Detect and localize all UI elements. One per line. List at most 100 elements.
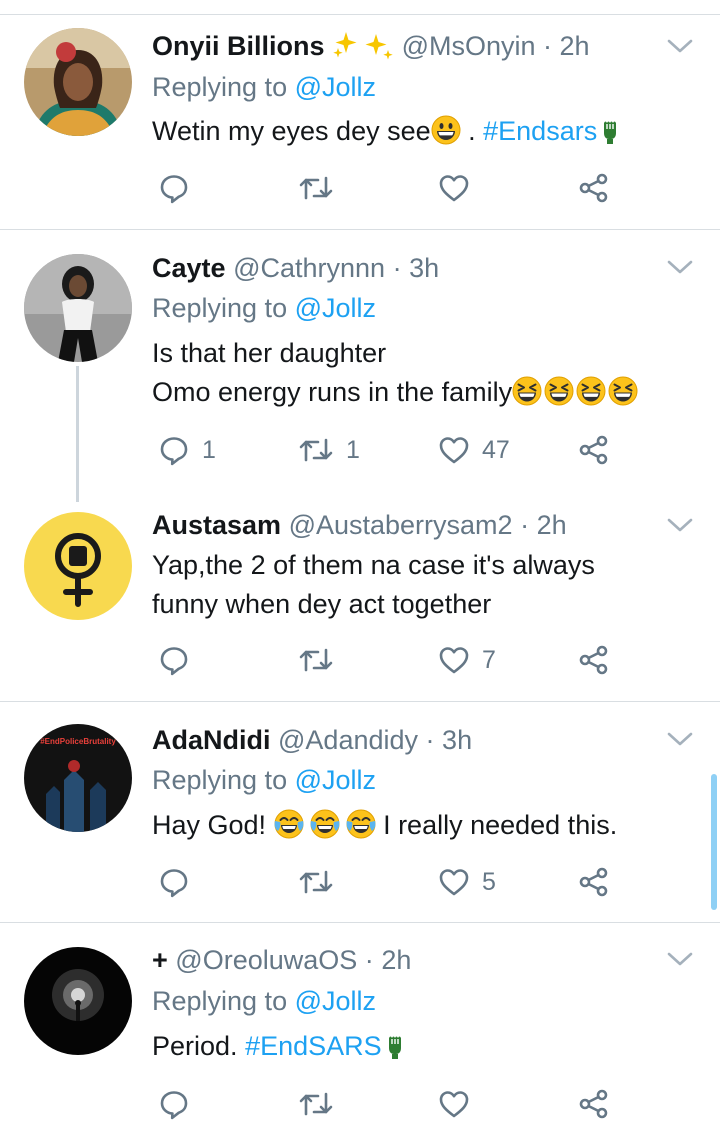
mention-link[interactable]: @Jollz: [295, 986, 376, 1016]
retweet-button[interactable]: [298, 1084, 334, 1124]
tweet-text-line: Omo energy runs in the family: [152, 375, 700, 409]
hashtag-link[interactable]: #Endsars: [483, 116, 597, 146]
chevron-down-icon[interactable]: [666, 36, 694, 56]
retweet-button[interactable]: [298, 862, 334, 902]
tweet-actions: 1 1 47: [152, 430, 622, 470]
like-count: 5: [482, 867, 496, 896]
laughing-emoji-icon: [576, 376, 606, 406]
tweet-onyii[interactable]: Onyii Billions @MsOnyin · 2h Replying to…: [0, 0, 720, 228]
tweet-text-line: funny when dey act together: [152, 589, 492, 619]
sparkles-icon: [333, 32, 393, 60]
grinning-emoji-icon: [431, 115, 461, 145]
reply-icon: [158, 1088, 190, 1120]
mention-link[interactable]: @Jollz: [295, 765, 376, 795]
like-button[interactable]: 5: [438, 862, 496, 902]
avatar[interactable]: [24, 28, 132, 136]
hashtag-link[interactable]: #EndSARS: [245, 1031, 382, 1061]
like-button[interactable]: 7: [438, 640, 496, 680]
chevron-down-icon[interactable]: [666, 515, 694, 535]
share-button[interactable]: [578, 430, 610, 470]
avatar[interactable]: #EndPoliceBrutality: [24, 724, 132, 832]
timestamp[interactable]: 2h: [537, 510, 567, 540]
tweet-adandidi[interactable]: #EndPoliceBrutality AdaNdidi @Adandidy ·…: [0, 702, 720, 922]
replying-prefix: Replying to: [152, 293, 295, 323]
timestamp[interactable]: 3h: [409, 253, 439, 283]
heart-icon: [438, 644, 470, 676]
tweet-actions: [152, 168, 622, 208]
retweet-icon: [298, 434, 334, 466]
handle[interactable]: @Cathrynnn: [233, 253, 385, 283]
reply-icon: [158, 644, 190, 676]
tweet-actions: 7: [152, 640, 622, 680]
like-count: 47: [482, 435, 510, 464]
display-name[interactable]: Onyii Billions: [152, 31, 325, 61]
like-button[interactable]: [438, 1084, 470, 1124]
timestamp[interactable]: 2h: [381, 945, 411, 975]
retweet-icon: [298, 644, 334, 676]
laughing-emoji-icon: [608, 376, 638, 406]
replying-to: Replying to @Jollz: [152, 291, 700, 325]
retweet-button[interactable]: [298, 168, 334, 208]
reply-button[interactable]: 1: [158, 430, 216, 470]
reply-count: 1: [202, 435, 216, 464]
reply-button[interactable]: [158, 862, 190, 902]
body-text: Period.: [152, 1031, 246, 1061]
avatar[interactable]: [24, 254, 132, 362]
reply-button[interactable]: [158, 640, 190, 680]
chevron-down-icon[interactable]: [666, 949, 694, 969]
handle[interactable]: @MsOnyin: [402, 31, 536, 61]
share-button[interactable]: [578, 1084, 610, 1124]
chevron-down-icon[interactable]: [666, 257, 694, 277]
heart-icon: [438, 434, 470, 466]
display-name[interactable]: AdaNdidi: [152, 725, 271, 755]
tweet-cayte[interactable]: Cayte @Cathrynnn · 3h Replying to @Jollz…: [0, 230, 720, 502]
separator-dot: ·: [364, 945, 374, 975]
reply-button[interactable]: [158, 1084, 190, 1124]
scrollbar-thumb[interactable]: [711, 774, 717, 910]
body-text: Hay God!: [152, 810, 274, 840]
retweet-button[interactable]: 1: [298, 430, 360, 470]
separator-dot: ·: [520, 510, 530, 540]
like-button[interactable]: 47: [438, 430, 510, 470]
replying-to: Replying to @Jollz: [152, 763, 700, 797]
timestamp[interactable]: 3h: [442, 725, 472, 755]
avatar[interactable]: [24, 512, 132, 620]
chevron-down-icon[interactable]: [666, 729, 694, 749]
body-text: Wetin my eyes dey see: [152, 116, 431, 146]
display-name[interactable]: +: [152, 945, 168, 975]
display-name[interactable]: Austasam: [152, 510, 281, 540]
tears-of-joy-emoji-icon: [346, 809, 376, 839]
share-button[interactable]: [578, 640, 610, 680]
tweet-austasam[interactable]: Austasam @Austaberrysam2 · 2h Yap,the 2 …: [0, 490, 720, 700]
heart-icon: [438, 866, 470, 898]
reply-icon: [158, 434, 190, 466]
mention-link[interactable]: @Jollz: [295, 293, 376, 323]
handle[interactable]: @OreoluwaOS: [175, 945, 357, 975]
mention-link[interactable]: @Jollz: [295, 72, 376, 102]
heart-icon: [438, 172, 470, 204]
replying-prefix: Replying to: [152, 72, 295, 102]
body-text: I really needed this.: [375, 810, 618, 840]
replying-to: Replying to @Jollz: [152, 984, 700, 1018]
like-button[interactable]: [438, 168, 470, 208]
body-text: Omo energy runs in the family: [152, 377, 513, 407]
tweet-oreoluwa[interactable]: + @OreoluwaOS · 2h Replying to @Jollz Pe…: [0, 923, 720, 1128]
separator-dot: ·: [425, 725, 435, 755]
retweet-icon: [298, 1088, 334, 1120]
handle[interactable]: @Adandidy: [278, 725, 418, 755]
tweet-text-line: Is that her daughter: [152, 338, 387, 368]
raised-fist-icon: [601, 117, 619, 145]
retweet-icon: [298, 172, 334, 204]
tweet-text: Period. #EndSARS: [152, 1029, 700, 1063]
display-name[interactable]: Cayte: [152, 253, 226, 283]
reply-button[interactable]: [158, 168, 190, 208]
avatar[interactable]: [24, 947, 132, 1055]
retweet-button[interactable]: [298, 640, 334, 680]
share-icon: [578, 434, 610, 466]
share-button[interactable]: [578, 168, 610, 208]
raised-fist-icon: [386, 1032, 404, 1060]
share-icon: [578, 866, 610, 898]
share-button[interactable]: [578, 862, 610, 902]
handle[interactable]: @Austaberrysam2: [289, 510, 513, 540]
timestamp[interactable]: 2h: [560, 31, 590, 61]
